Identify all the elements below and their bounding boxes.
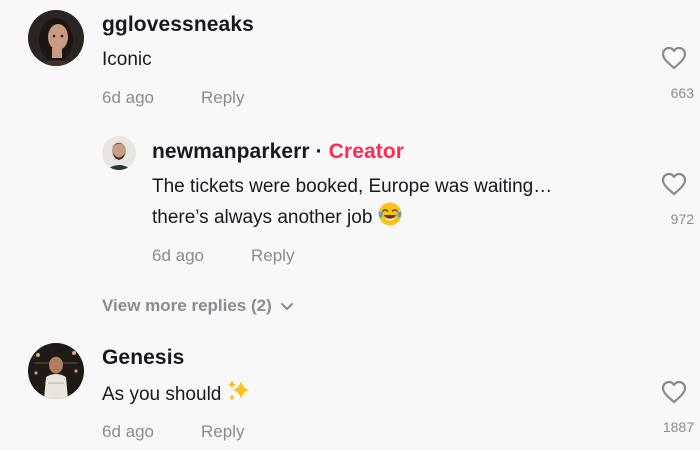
comment-timestamp: 6d ago — [102, 422, 154, 441]
like-button[interactable]: 663 — [654, 46, 694, 101]
face-with-tears-of-joy-icon — [377, 201, 403, 237]
comment-text: Iconic — [102, 49, 152, 70]
like-count: 1887 — [662, 419, 694, 435]
reply-username[interactable]: newmanparkerr — [152, 140, 310, 163]
comment-text: As you should — [102, 378, 252, 414]
like-button[interactable]: 972 — [654, 172, 694, 227]
reply-button[interactable]: Reply — [251, 246, 294, 266]
view-more-replies-button[interactable]: View more replies (2) — [102, 296, 294, 316]
comment-username: newmanparkerr · Creator — [152, 140, 404, 164]
reply-button[interactable]: Reply — [201, 88, 244, 108]
comment-text-line-2: there’s always another job — [152, 201, 403, 237]
avatar[interactable] — [102, 136, 136, 170]
heart-icon[interactable] — [661, 380, 687, 404]
comment-username[interactable]: Genesis — [102, 346, 184, 370]
view-more-replies-label: View more replies (2) — [102, 296, 272, 315]
comments-panel: gglovessneaks Iconic 6d ago Reply 663 ne… — [0, 0, 700, 450]
comment-text-content: As you should — [102, 384, 222, 405]
comment-timestamp: 6d ago — [152, 246, 204, 265]
separator-dot: · — [315, 140, 323, 163]
comment-text-line-2-text: there’s always another job — [152, 207, 373, 228]
comment-timestamp: 6d ago — [102, 88, 154, 107]
heart-icon[interactable] — [661, 172, 687, 196]
like-count: 972 — [670, 211, 694, 227]
chevron-down-icon — [280, 302, 293, 310]
heart-icon[interactable] — [661, 46, 687, 70]
like-count: 663 — [670, 85, 694, 101]
comment-username[interactable]: gglovessneaks — [102, 13, 254, 37]
reply-button[interactable]: Reply — [201, 422, 244, 442]
creator-badge: Creator — [328, 140, 405, 163]
avatar[interactable] — [28, 343, 84, 399]
like-button[interactable]: 1887 — [654, 380, 694, 435]
avatar[interactable] — [28, 10, 84, 66]
sparkles-icon — [226, 378, 252, 414]
comment-text-line-1: The tickets were booked, Europe was wait… — [152, 176, 553, 197]
